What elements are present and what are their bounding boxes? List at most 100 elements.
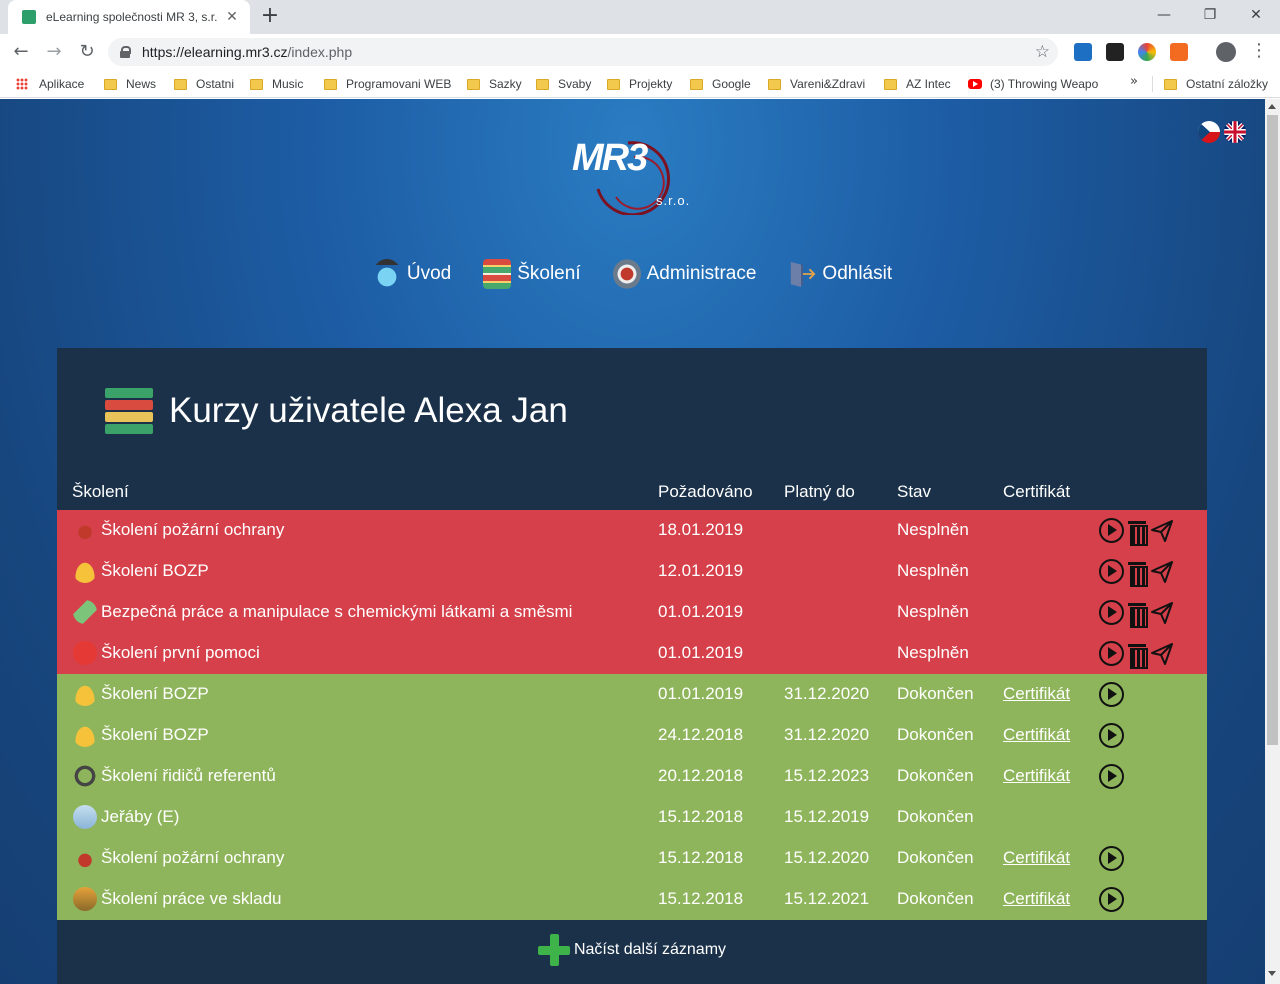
company-logo[interactable]: MR3 s.r.o.: [568, 131, 698, 215]
scrollbar-thumb[interactable]: [1267, 115, 1278, 745]
address-bar[interactable]: https://elearning.mr3.cz/index.php ☆: [108, 38, 1058, 66]
table-row: Školení BOZP 01.01.2019 31.12.2020 Dokončen…: [57, 674, 1207, 715]
folder-icon: [884, 78, 897, 90]
folder-icon: [1164, 78, 1177, 90]
certificate-link[interactable]: Certifikát: [1003, 848, 1070, 868]
play-course-icon[interactable]: [1099, 723, 1124, 748]
scroll-up-arrow-icon[interactable]: [1268, 104, 1276, 109]
first-aid-icon: [73, 641, 97, 665]
requested-date: 24.12.2018: [658, 725, 744, 744]
valid-until-date: 15.12.2023: [784, 766, 870, 785]
extension-mail-icon[interactable]: [1170, 43, 1188, 61]
play-course-icon[interactable]: [1099, 682, 1124, 707]
bookmark-item[interactable]: AZ Intec: [884, 70, 951, 98]
nav-uvod[interactable]: Úvod: [372, 259, 451, 289]
play-course-icon[interactable]: [1099, 600, 1124, 625]
bookmarks-overflow-button[interactable]: »: [1130, 74, 1138, 89]
send-icon[interactable]: [1150, 560, 1174, 584]
bookmark-item[interactable]: Sazky: [467, 70, 522, 98]
course-name-cell: Školení požární ochrany: [73, 846, 284, 870]
send-icon[interactable]: [1150, 601, 1174, 625]
course-name: Školení práce ve skladu: [101, 889, 282, 908]
bookmark-item[interactable]: News: [104, 70, 156, 98]
valid-until-date: 15.12.2020: [784, 848, 870, 867]
browser-menu-icon[interactable]: ⋮: [1250, 40, 1268, 61]
books-icon: [483, 259, 512, 289]
profile-icon[interactable]: [1216, 42, 1236, 62]
bookmark-star-icon[interactable]: ☆: [1035, 42, 1050, 62]
col-header-name[interactable]: Školení: [72, 482, 129, 502]
bookmark-item[interactable]: Ostatní záložky: [1164, 70, 1268, 98]
certificate-link[interactable]: Certifikát: [1003, 889, 1070, 909]
trash-icon[interactable]: [1128, 560, 1148, 587]
czech-flag-icon[interactable]: [1198, 121, 1220, 143]
bookmark-item[interactable]: Google: [690, 70, 751, 98]
play-course-icon[interactable]: [1099, 846, 1124, 871]
extension-translate-icon[interactable]: [1074, 43, 1092, 61]
table-row: Školení práce ve skladu 15.12.2018 15.12.2…: [57, 879, 1207, 920]
plus-icon: [537, 934, 570, 966]
send-icon[interactable]: [1150, 519, 1174, 543]
load-more-button[interactable]: Načíst další záznamy: [57, 920, 1207, 980]
bookmark-item[interactable]: Svaby: [536, 70, 591, 98]
play-course-icon[interactable]: [1099, 887, 1124, 912]
nav-skoleni[interactable]: Školení: [483, 259, 581, 289]
course-name: Školení BOZP: [101, 561, 209, 580]
course-name: Školení požární ochrany: [101, 520, 285, 539]
vertical-scrollbar[interactable]: [1265, 99, 1280, 984]
status-text: Dokončen: [897, 807, 974, 826]
logo-text: MR3: [572, 137, 648, 179]
tab-close-icon[interactable]: ✕: [224, 9, 240, 25]
play-course-icon[interactable]: [1099, 764, 1124, 789]
course-name-cell: Školení BOZP: [73, 682, 209, 706]
course-name: Bezpečná práce a manipulace s chemickými…: [101, 602, 573, 621]
steering-wheel-icon: [73, 764, 97, 788]
col-header-requested[interactable]: Požadováno: [658, 482, 753, 502]
nav-administrace[interactable]: Administrace: [612, 259, 756, 289]
english-flag-icon[interactable]: [1224, 121, 1246, 143]
forward-button[interactable]: →: [42, 41, 66, 63]
trash-icon[interactable]: [1128, 601, 1148, 628]
browser-tab[interactable]: eLearning společnosti MR 3, s.r.o. ✕: [8, 0, 250, 34]
scroll-down-arrow-icon[interactable]: [1268, 971, 1276, 976]
close-window-button[interactable]: ✕: [1233, 4, 1279, 26]
bookmark-item[interactable]: Projekty: [607, 70, 672, 98]
folder-icon: [324, 78, 337, 90]
certificate-link[interactable]: Certifikát: [1003, 684, 1070, 704]
play-course-icon[interactable]: [1099, 518, 1124, 543]
bookmark-item[interactable]: Ostatni: [174, 70, 234, 98]
col-header-state[interactable]: Stav: [897, 482, 931, 502]
bookmark-item[interactable]: Music: [250, 70, 303, 98]
extension-tampermonkey-icon[interactable]: [1106, 43, 1124, 61]
table-row: Bezpečná práce a manipulace s chemickými…: [57, 592, 1207, 633]
bookmark-label: News: [126, 77, 157, 91]
new-tab-button[interactable]: +: [258, 5, 282, 29]
status-text: Nesplněn: [897, 561, 969, 580]
restore-button[interactable]: ❐: [1187, 4, 1233, 26]
bookmark-item[interactable]: Vareni&Zdravi: [768, 70, 865, 98]
apps-icon: [16, 78, 28, 90]
bookmarks-bar: Aplikace News Ostatni Music Programovani WEB…: [0, 70, 1280, 98]
bookmark-item[interactable]: Aplikace: [16, 70, 84, 98]
bookmark-label: Sazky: [489, 77, 522, 91]
nav-odhlasit[interactable]: Odhlásit: [788, 259, 892, 289]
reload-button[interactable]: ↻: [75, 41, 99, 63]
col-header-cert[interactable]: Certifikát: [1003, 482, 1070, 502]
play-course-icon[interactable]: [1099, 641, 1124, 666]
nav-skoleni-label: Školení: [517, 263, 581, 284]
certificate-link[interactable]: Certifikát: [1003, 725, 1070, 745]
bookmark-item[interactable]: (3) Throwing Weapo: [968, 70, 1098, 98]
minimize-button[interactable]: —: [1141, 4, 1187, 26]
play-course-icon[interactable]: [1099, 559, 1124, 584]
bookmark-label: Ostatní záložky: [1186, 77, 1269, 91]
bookmark-item[interactable]: Programovani WEB: [324, 70, 451, 98]
certificate-link[interactable]: Certifikát: [1003, 766, 1070, 786]
send-icon[interactable]: [1150, 642, 1174, 666]
col-header-valid[interactable]: Platný do: [784, 482, 855, 502]
back-button[interactable]: ←: [9, 41, 33, 63]
trash-icon[interactable]: [1128, 519, 1148, 546]
extension-color-icon[interactable]: [1138, 43, 1156, 61]
course-name: Jeřáby (E): [101, 807, 180, 826]
trash-icon[interactable]: [1128, 642, 1148, 669]
chemical-flask-icon: [73, 600, 97, 624]
